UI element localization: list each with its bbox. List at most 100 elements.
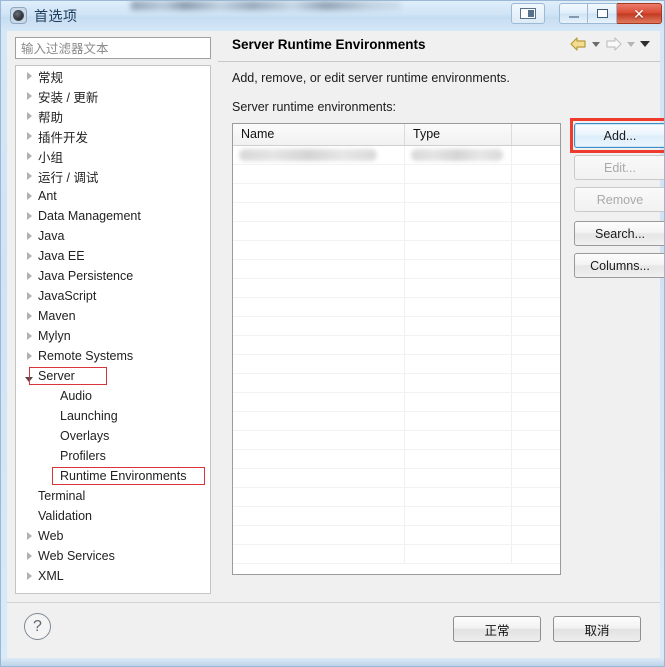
chevron-right-icon[interactable] bbox=[22, 89, 36, 103]
sidebar-item-[interactable]: 插件开发 bbox=[16, 126, 210, 146]
chevron-right-icon[interactable] bbox=[22, 349, 36, 363]
chevron-right-icon[interactable] bbox=[22, 69, 36, 83]
sidebar-item-web-services[interactable]: Web Services bbox=[16, 546, 210, 566]
chevron-right-icon[interactable] bbox=[22, 549, 36, 563]
add-button-label: Add... bbox=[604, 129, 637, 143]
restore-panel-icon[interactable] bbox=[511, 3, 545, 24]
chevron-right-icon[interactable] bbox=[22, 149, 36, 163]
chevron-right-icon[interactable] bbox=[22, 189, 36, 203]
sidebar-item-label: Web bbox=[36, 529, 63, 543]
table-empty-row bbox=[233, 241, 560, 260]
sidebar-item-label: Java Persistence bbox=[36, 269, 133, 283]
table-empty-row bbox=[233, 412, 560, 431]
sidebar-item-validation[interactable]: Validation bbox=[16, 506, 210, 526]
sidebar-item-[interactable]: 运行 / 调试 bbox=[16, 166, 210, 186]
sidebar-item-label: JavaScript bbox=[36, 289, 96, 303]
sidebar-item-label: Runtime Environments bbox=[58, 469, 186, 483]
table-empty-row bbox=[233, 431, 560, 450]
add-button[interactable]: Add... bbox=[574, 123, 665, 148]
sidebar-item-label: Mylyn bbox=[36, 329, 71, 343]
sidebar-item-java-persistence[interactable]: Java Persistence bbox=[16, 266, 210, 286]
sidebar-item-java[interactable]: Java bbox=[16, 226, 210, 246]
chevron-right-icon[interactable] bbox=[22, 209, 36, 223]
chevron-right-icon[interactable] bbox=[22, 169, 36, 183]
chevron-right-icon[interactable] bbox=[22, 229, 36, 243]
sidebar-item-label: 安装 / 更新 bbox=[36, 87, 98, 106]
sidebar-item-web[interactable]: Web bbox=[16, 526, 210, 546]
view-menu-chevron-down-icon[interactable] bbox=[640, 41, 650, 47]
search-button[interactable]: Search... bbox=[574, 221, 665, 246]
sidebar-item-label: Remote Systems bbox=[36, 349, 133, 363]
table-empty-row bbox=[233, 317, 560, 336]
help-icon[interactable]: ? bbox=[24, 613, 51, 640]
maximize-button[interactable] bbox=[588, 3, 617, 24]
panel-nav-icons bbox=[570, 37, 650, 51]
preferences-window: 首选项 ✕ 输入过滤器文本 常规安装 / 更新帮助插件开发小组运行 bbox=[0, 0, 665, 667]
table-cell bbox=[405, 146, 512, 164]
table-empty-row bbox=[233, 526, 560, 545]
ok-button[interactable]: 正常 bbox=[453, 616, 541, 642]
sidebar-item-runtime-environments[interactable]: Runtime Environments bbox=[16, 466, 210, 486]
sidebar-item-launching[interactable]: Launching bbox=[16, 406, 210, 426]
back-menu-chevron-down-icon[interactable] bbox=[592, 42, 600, 47]
column-header-type[interactable]: Type bbox=[405, 124, 512, 145]
sidebar-item-maven[interactable]: Maven bbox=[16, 306, 210, 326]
chevron-right-icon[interactable] bbox=[22, 529, 36, 543]
filter-input[interactable]: 输入过滤器文本 bbox=[15, 37, 211, 59]
sidebar-item-server[interactable]: Server bbox=[16, 366, 210, 386]
blurred-title-artifact bbox=[131, 1, 401, 10]
sidebar-item-xml[interactable]: XML bbox=[16, 566, 210, 586]
chevron-right-icon[interactable] bbox=[22, 289, 36, 303]
chevron-right-icon[interactable] bbox=[22, 329, 36, 343]
sidebar-item-data-management[interactable]: Data Management bbox=[16, 206, 210, 226]
sidebar-item-javascript[interactable]: JavaScript bbox=[16, 286, 210, 306]
chevron-right-icon[interactable] bbox=[22, 569, 36, 583]
chevron-right-icon[interactable] bbox=[22, 269, 36, 283]
preferences-tree[interactable]: 常规安装 / 更新帮助插件开发小组运行 / 调试 Ant Data Manageme… bbox=[15, 65, 211, 594]
sidebar-item-[interactable]: 小组 bbox=[16, 146, 210, 166]
sidebar-item-remote-systems[interactable]: Remote Systems bbox=[16, 346, 210, 366]
cancel-button[interactable]: 取消 bbox=[553, 616, 641, 642]
sidebar-item-ant[interactable]: Ant bbox=[16, 186, 210, 206]
redacted-value bbox=[411, 149, 503, 161]
minimize-button[interactable] bbox=[559, 3, 588, 24]
remove-button[interactable]: Remove bbox=[574, 187, 665, 212]
chevron-right-icon[interactable] bbox=[22, 249, 36, 263]
sidebar-item-terminal[interactable]: Terminal bbox=[16, 486, 210, 506]
table-empty-row bbox=[233, 469, 560, 488]
columns-button[interactable]: Columns... bbox=[574, 253, 665, 278]
sidebar-item-[interactable]: 安装 / 更新 bbox=[16, 86, 210, 106]
sidebar-item-mylyn[interactable]: Mylyn bbox=[16, 326, 210, 346]
dialog-footer: ? 正常 取消 bbox=[7, 602, 660, 658]
table-empty-row bbox=[233, 279, 560, 298]
table-row[interactable] bbox=[233, 146, 560, 165]
preferences-gear-icon bbox=[10, 7, 27, 24]
sidebar-item-label: Ant bbox=[36, 189, 57, 203]
table-label: Server runtime environments: bbox=[232, 100, 396, 114]
back-arrow-icon[interactable] bbox=[570, 37, 587, 51]
sidebar-item-label: Launching bbox=[58, 409, 118, 423]
close-button[interactable]: ✕ bbox=[617, 3, 662, 24]
column-header-extra[interactable] bbox=[512, 124, 560, 145]
search-button-label: Search... bbox=[595, 227, 645, 241]
table-empty-row bbox=[233, 298, 560, 317]
title-bar: 首选项 ✕ bbox=[1, 1, 665, 31]
table-empty-row bbox=[233, 355, 560, 374]
sidebar-item-[interactable]: 帮助 bbox=[16, 106, 210, 126]
table-empty-row bbox=[233, 393, 560, 412]
runtime-environments-table[interactable]: Name Type bbox=[232, 123, 561, 575]
sidebar-item-java-ee[interactable]: Java EE bbox=[16, 246, 210, 266]
edit-button[interactable]: Edit... bbox=[574, 155, 665, 180]
chevron-right-icon[interactable] bbox=[22, 129, 36, 143]
sidebar-item-audio[interactable]: Audio bbox=[16, 386, 210, 406]
sidebar-item-overlays[interactable]: Overlays bbox=[16, 426, 210, 446]
column-header-name[interactable]: Name bbox=[233, 124, 405, 145]
dialog-body: 输入过滤器文本 常规安装 / 更新帮助插件开发小组运行 / 调试 Ant Data … bbox=[7, 31, 660, 602]
table-empty-row bbox=[233, 374, 560, 393]
chevron-down-icon[interactable] bbox=[22, 369, 36, 383]
ok-button-label: 正常 bbox=[484, 620, 509, 639]
chevron-right-icon[interactable] bbox=[22, 109, 36, 123]
sidebar-item-[interactable]: 常规 bbox=[16, 66, 210, 86]
chevron-right-icon[interactable] bbox=[22, 309, 36, 323]
sidebar-item-profilers[interactable]: Profilers bbox=[16, 446, 210, 466]
